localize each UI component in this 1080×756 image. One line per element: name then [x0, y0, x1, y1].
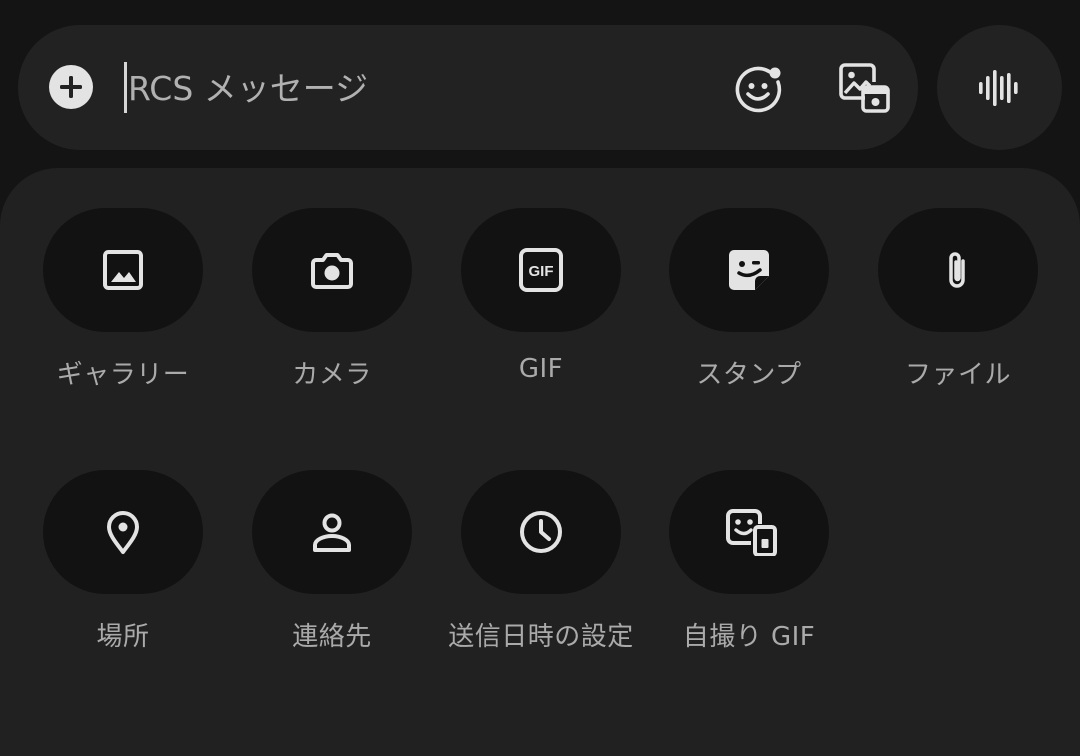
sticker-label: スタンプ [696, 360, 802, 390]
media-icon [839, 63, 890, 113]
camera-pill [252, 208, 412, 332]
attach-file-button[interactable]: ファイル [858, 208, 1058, 398]
svg-text:GIF: GIF [529, 263, 554, 280]
selfie-gif-pill [669, 470, 829, 594]
plus-circle-icon [60, 76, 82, 98]
attach-sticker-button[interactable]: スタンプ [649, 208, 849, 398]
gif-icon: GIF [519, 248, 563, 292]
gallery-label: ギャラリー [56, 360, 190, 390]
clock-icon [520, 511, 562, 553]
voice-message-button[interactable] [937, 25, 1062, 150]
messaging-screen: ギャラリー カメラ GIF GIF [0, 0, 1080, 756]
selfie-gif-label: 自撮り GIF [682, 622, 816, 652]
attach-schedule-button[interactable]: 送信日時の設定 [441, 470, 641, 660]
location-pill [43, 470, 203, 594]
attach-gif-button[interactable]: GIF GIF [441, 208, 641, 398]
text-caret [124, 62, 127, 113]
attach-gallery-button[interactable]: ギャラリー [23, 208, 223, 398]
add-attachment-button[interactable] [49, 65, 93, 109]
paperclip-icon [949, 252, 965, 288]
emoji-icon [735, 66, 782, 113]
camera-icon [311, 253, 353, 289]
location-label: 場所 [96, 622, 150, 652]
file-label: ファイル [904, 360, 1011, 390]
location-pin-icon [107, 511, 139, 554]
attach-contact-button[interactable]: 連絡先 [232, 470, 432, 660]
gif-label: GIF [518, 354, 564, 384]
file-pill [878, 208, 1038, 332]
emoji-button[interactable] [733, 63, 785, 115]
attach-camera-button[interactable]: カメラ [232, 208, 432, 398]
contact-pill [252, 470, 412, 594]
waveform-icon [979, 70, 1018, 106]
gif-pill: GIF [461, 208, 621, 332]
media-button[interactable] [836, 60, 892, 116]
schedule-pill [461, 470, 621, 594]
image-icon [103, 250, 143, 290]
selfie-gif-icon [726, 509, 777, 556]
gallery-pill [43, 208, 203, 332]
contact-icon [313, 513, 351, 552]
attach-location-button[interactable]: 場所 [23, 470, 223, 660]
camera-label: カメラ [292, 360, 372, 390]
attach-selfie-gif-button[interactable]: 自撮り GIF [649, 470, 849, 660]
message-input[interactable] [128, 62, 708, 114]
contact-label: 連絡先 [292, 622, 372, 652]
sticker-icon [729, 250, 769, 290]
schedule-label: 送信日時の設定 [448, 622, 634, 652]
sticker-pill [669, 208, 829, 332]
